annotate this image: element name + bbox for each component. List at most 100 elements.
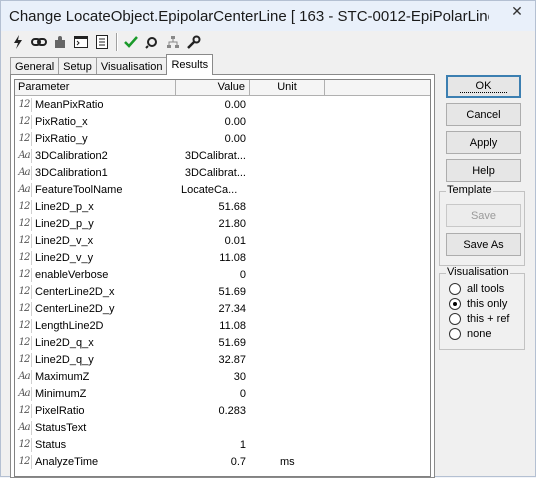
puzzle-icon[interactable] xyxy=(51,33,69,51)
parameter-cell: Aa StatusText xyxy=(15,420,176,435)
tab-results[interactable]: Results xyxy=(166,54,214,75)
numeric-type-icon: 12 xyxy=(17,131,32,146)
parameter-cell: 12 Line2D_v_x xyxy=(15,233,176,248)
radio-this-plus-ref[interactable]: this + ref xyxy=(449,313,510,325)
results-grid[interactable]: Parameter Value Unit 12 MeanPixRatio 0.00 1… xyxy=(14,79,431,477)
value-cell: 11.08 xyxy=(219,319,246,332)
table-row[interactable]: Aa 3DCalibration2 3DCalibrat... xyxy=(15,147,430,164)
numeric-type-icon: 12 xyxy=(17,454,32,469)
close-button[interactable]: ✕ xyxy=(505,2,529,20)
table-row[interactable]: 12 Line2D_p_x 51.68 xyxy=(15,198,430,215)
grid-header: Parameter Value Unit xyxy=(15,80,430,96)
table-row[interactable]: 12 LengthLine2D 11.08 xyxy=(15,317,430,334)
parameter-cell: 12 AnalyzeTime xyxy=(15,454,176,469)
table-row[interactable]: 12 MeanPixRatio 0.00 xyxy=(15,96,430,113)
radio-this-only[interactable]: this only xyxy=(449,298,507,310)
lightning-icon[interactable] xyxy=(9,33,27,51)
parameter-name: CenterLine2D_x xyxy=(35,285,115,298)
value-cell: 0.7 xyxy=(230,455,246,468)
template-group: Template Save Save As xyxy=(439,184,525,266)
help-button[interactable]: Help xyxy=(446,159,521,182)
numeric-type-icon: 12 xyxy=(17,403,32,418)
visualisation-group: Visualisation all tools this only this +… xyxy=(439,266,525,350)
tab-visualisation[interactable]: Visualisation xyxy=(95,57,168,75)
value-cell: 0.00 xyxy=(224,115,246,128)
table-row[interactable]: 12 AnalyzeTime 0.7 ms xyxy=(15,453,430,470)
parameter-cell: Aa 3DCalibration2 xyxy=(15,148,176,163)
title-bar[interactable]: Change LocateObject.EpipolarCenterLine [… xyxy=(1,1,535,31)
console-icon[interactable] xyxy=(72,33,90,51)
value-cell: 3DCalibrat... xyxy=(184,149,246,162)
apply-button[interactable]: Apply xyxy=(446,131,521,154)
table-row[interactable]: 12 PixelRatio 0.283 xyxy=(15,402,430,419)
link-icon[interactable] xyxy=(30,33,48,51)
table-row[interactable]: 12 Line2D_p_y 21.80 xyxy=(15,215,430,232)
parameter-name: Line2D_p_y xyxy=(35,217,94,230)
parameter-name: MaximumZ xyxy=(35,370,90,383)
numeric-type-icon: 12 xyxy=(17,216,32,231)
tab-general[interactable]: General xyxy=(10,57,60,75)
parameter-cell: 12 Line2D_q_x xyxy=(15,335,176,350)
table-row[interactable]: 12 Line2D_q_x 51.69 xyxy=(15,334,430,351)
parameter-cell: 12 Line2D_p_x xyxy=(15,199,176,214)
table-row[interactable]: Aa 3DCalibration1 3DCalibrat... xyxy=(15,164,430,181)
column-header-parameter[interactable]: Parameter xyxy=(15,80,176,95)
button-pane: OK Cancel Apply Help Template Save Save … xyxy=(439,73,527,473)
table-row[interactable]: 12 Line2D_v_x 0.01 xyxy=(15,232,430,249)
numeric-type-icon: 12 xyxy=(17,233,32,248)
column-header-unit[interactable]: Unit xyxy=(250,80,325,95)
parameter-cell: 12 Line2D_q_y xyxy=(15,352,176,367)
numeric-type-icon: 12 xyxy=(17,335,32,350)
parameter-name: Line2D_q_y xyxy=(35,353,94,366)
parameter-cell: Aa MaximumZ xyxy=(15,369,176,384)
parameter-cell: 12 PixRatio_x xyxy=(15,114,176,129)
tab-strip: General Setup Visualisation Results xyxy=(10,54,214,75)
template-save-button[interactable]: Save xyxy=(446,204,521,227)
radio-label: all tools xyxy=(467,283,505,295)
column-header-value[interactable]: Value xyxy=(176,80,250,95)
value-cell: 1 xyxy=(239,438,246,451)
value-cell: 0.283 xyxy=(218,404,246,417)
tab-setup[interactable]: Setup xyxy=(58,57,97,75)
ok-button[interactable]: OK xyxy=(446,75,521,98)
numeric-type-icon: 12 xyxy=(17,114,32,129)
wrench-icon[interactable] xyxy=(185,33,203,51)
radio-dot xyxy=(449,283,461,295)
table-row[interactable]: Aa FeatureToolName LocateCa... xyxy=(15,181,430,198)
radio-none[interactable]: none xyxy=(449,328,491,340)
value-cell: 0.00 xyxy=(224,132,246,145)
cancel-button[interactable]: Cancel xyxy=(446,103,521,126)
table-row[interactable]: 12 Line2D_q_y 32.87 xyxy=(15,351,430,368)
value-cell: 51.69 xyxy=(218,285,246,298)
run-settings-icon[interactable] xyxy=(143,33,161,51)
parameter-name: PixRatio_x xyxy=(35,115,88,128)
table-row[interactable]: 12 Line2D_v_y 11.08 xyxy=(15,249,430,266)
parameter-cell: Aa FeatureToolName xyxy=(15,182,176,197)
parameter-name: Line2D_p_x xyxy=(35,200,94,213)
template-save-as-button[interactable]: Save As xyxy=(446,233,521,256)
checkmark-icon[interactable] xyxy=(122,33,140,51)
table-row[interactable]: Aa StatusText xyxy=(15,419,430,436)
value-cell: 11.08 xyxy=(219,251,246,264)
tree-icon[interactable] xyxy=(164,33,182,51)
value-cell: 3DCalibrat... xyxy=(184,166,246,179)
value-cell: 0.01 xyxy=(224,234,246,247)
table-row[interactable]: 12 PixRatio_x 0.00 xyxy=(15,113,430,130)
table-row[interactable]: Aa MaximumZ 30 xyxy=(15,368,430,385)
dialog-window: Change LocateObject.EpipolarCenterLine [… xyxy=(0,0,536,478)
notes-icon[interactable] xyxy=(93,33,111,51)
table-row[interactable]: Aa MinimumZ 0 xyxy=(15,385,430,402)
toolbar-separator xyxy=(116,33,118,51)
table-row[interactable]: 12 Status 1 xyxy=(15,436,430,453)
table-row[interactable]: 12 PixRatio_y 0.00 xyxy=(15,130,430,147)
parameter-cell: 12 Status xyxy=(15,437,176,452)
value-cell: 27.34 xyxy=(218,302,246,315)
text-type-icon: Aa xyxy=(17,165,32,180)
radio-all-tools[interactable]: all tools xyxy=(449,283,504,295)
table-row[interactable]: 12 CenterLine2D_y 27.34 xyxy=(15,300,430,317)
table-row[interactable]: 12 enableVerbose 0 xyxy=(15,266,430,283)
parameter-name: PixRatio_y xyxy=(35,132,88,145)
table-row[interactable]: 12 CenterLine2D_x 51.69 xyxy=(15,283,430,300)
parameter-name: Status xyxy=(35,438,67,451)
value-cell: 30 xyxy=(233,370,246,383)
